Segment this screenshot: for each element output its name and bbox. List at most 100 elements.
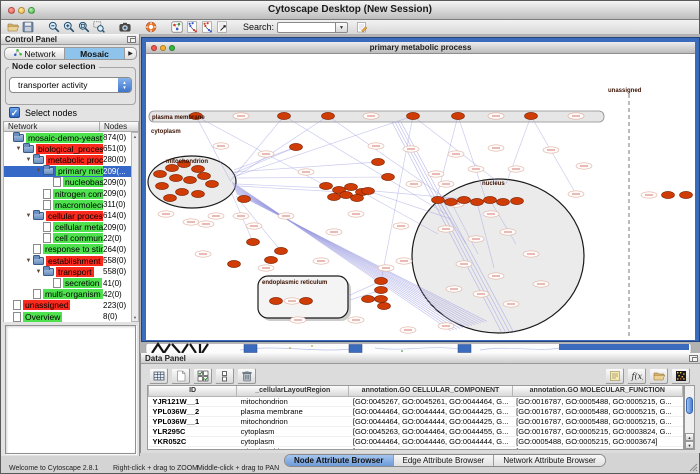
nodes-column-header[interactable]: Nodes — [100, 121, 139, 132]
float-panel-icon[interactable] — [689, 355, 698, 362]
notes-icon[interactable] — [605, 368, 624, 384]
tree-row[interactable]: ▼cellular process614(0) — [4, 210, 131, 221]
float-panel-icon[interactable] — [127, 36, 136, 43]
table-row[interactable]: YDR039C__1mitochondrion[GO:0044464, GO:0… — [149, 446, 683, 450]
open-session-icon[interactable] — [5, 21, 20, 34]
scrollbar-thumb[interactable] — [686, 397, 693, 414]
frame-minimize-button[interactable] — [160, 45, 166, 51]
table-row[interactable]: YJR121W__1mitochondrion[GO:0045267, GO:0… — [149, 396, 683, 406]
node-color-dropdown[interactable]: transporter activity ▲▼ — [9, 77, 132, 93]
graph-node[interactable] — [192, 190, 205, 197]
expand-arrow-icon[interactable]: ▼ — [24, 258, 33, 264]
graph-node[interactable] — [206, 180, 219, 187]
zoom-out-icon[interactable] — [46, 21, 61, 34]
graph-node[interactable] — [351, 194, 364, 201]
graph-node[interactable] — [362, 295, 375, 302]
graph-node[interactable] — [511, 197, 524, 204]
graph-node[interactable] — [265, 256, 278, 263]
graph-node[interactable] — [300, 297, 313, 304]
tree-row[interactable]: ▼biological_process651(0) — [4, 143, 131, 154]
graph-node[interactable] — [290, 143, 303, 150]
tree-row[interactable]: Overview8(0) — [4, 311, 131, 322]
graph-node[interactable] — [375, 286, 388, 293]
graph-node[interactable] — [278, 112, 291, 119]
layout-blue-icon[interactable] — [184, 21, 199, 34]
network-frame-titlebar[interactable]: primary metabolic process — [146, 42, 695, 54]
graph-node[interactable] — [484, 196, 497, 203]
graph-node[interactable] — [452, 112, 465, 119]
expand-arrow-icon[interactable]: ▼ — [24, 157, 33, 163]
tree-row[interactable]: nucleobase-209(0) — [4, 177, 131, 188]
table-row[interactable]: YKR052Ccytoplasm[GO:0044464, GO:0044446,… — [149, 436, 683, 446]
network-canvas-container[interactable]: plasma membranecytoplasmmitochondrionnuc… — [146, 54, 695, 340]
tree-row[interactable]: macromolecule311(0) — [4, 199, 131, 210]
tree-row[interactable]: secretion41(0) — [4, 277, 131, 288]
network-column-header[interactable]: Network — [3, 121, 100, 132]
matrix-icon[interactable] — [671, 368, 690, 384]
layout-red-icon[interactable] — [199, 21, 214, 34]
unselect-attributes-icon[interactable] — [215, 368, 234, 384]
expand-arrow-icon[interactable]: ▼ — [34, 168, 43, 174]
tree-scrollbar[interactable]: ▲ ▼ — [131, 132, 139, 322]
more-tabs-button[interactable]: ▶ — [125, 47, 137, 60]
background-window-fragments[interactable] — [140, 341, 700, 353]
delete-attribute-icon[interactable] — [237, 368, 256, 384]
tree-row[interactable]: ▼transport558(0) — [4, 266, 131, 277]
graph-node[interactable] — [375, 295, 388, 302]
graph-node[interactable] — [184, 176, 197, 183]
table-row[interactable]: YPL036W__1mitochondrion[GO:0044464, GO:0… — [149, 416, 683, 426]
graph-node[interactable] — [247, 238, 260, 245]
attribute-file-icon[interactable] — [354, 21, 369, 34]
graph-node[interactable] — [662, 191, 675, 198]
window-titlebar[interactable]: Cytoscape Desktop (New Session) — [1, 1, 699, 20]
import-attributes-icon[interactable] — [649, 368, 668, 384]
tab-mosaic[interactable]: Mosaic — [65, 47, 125, 60]
graph-node[interactable] — [525, 112, 538, 119]
table-row[interactable]: YPL036W__2plasma membrane[GO:0044464, GO… — [149, 406, 683, 416]
tree-row[interactable]: cellular metabo209(0) — [4, 222, 131, 233]
graph-node[interactable] — [458, 196, 471, 203]
tree-row[interactable]: ▼primary metabo209(... — [4, 166, 131, 177]
scroll-up-icon[interactable]: ▲ — [685, 433, 694, 441]
graph-node[interactable] — [275, 247, 288, 254]
graph-node[interactable] — [170, 174, 183, 181]
expand-arrow-icon[interactable]: ▼ — [14, 146, 23, 152]
zoom-region-icon[interactable] — [91, 21, 106, 34]
tree-row[interactable]: multi-organism pro42(0) — [4, 289, 131, 300]
graph-node[interactable] — [198, 172, 211, 179]
save-session-icon[interactable] — [20, 21, 35, 34]
network-canvas[interactable]: plasma membranecytoplasmmitochondrionnuc… — [146, 54, 695, 340]
graph-node[interactable] — [345, 183, 358, 190]
tree-row[interactable]: unassigned223(0) — [4, 300, 131, 311]
scroll-down-icon[interactable]: ▼ — [132, 315, 138, 320]
graph-node[interactable] — [166, 164, 179, 171]
tree-row[interactable]: nitrogen compo209(0) — [4, 188, 131, 199]
snapshot-camera-icon[interactable] — [117, 21, 132, 34]
birdseye-view-panel[interactable] — [5, 325, 136, 454]
graph-node[interactable] — [192, 165, 205, 172]
graph-node[interactable] — [154, 170, 167, 177]
close-button[interactable] — [8, 7, 15, 14]
column-header[interactable]: annotation.GO CELLULAR_COMPONENT — [349, 386, 512, 396]
graph-node[interactable] — [320, 182, 333, 189]
tree-row[interactable]: ▼establishment of lo558(0) — [4, 255, 131, 266]
table-row[interactable]: YLR295Ccytoplasm[GO:0045263, GO:0044464,… — [149, 426, 683, 436]
zoom-window-button[interactable] — [28, 7, 35, 14]
column-header[interactable]: annotation.GO MOLECULAR_FUNCTION — [512, 386, 682, 396]
graph-node[interactable] — [328, 193, 341, 200]
graph-node[interactable] — [497, 198, 510, 205]
graph-node[interactable] — [176, 188, 189, 195]
graph-node[interactable] — [238, 195, 251, 202]
graph-node[interactable] — [382, 173, 395, 180]
column-header[interactable]: _cellularLayoutRegion — [237, 386, 349, 396]
graph-node[interactable] — [375, 277, 388, 284]
frame-zoom-button[interactable] — [169, 45, 175, 51]
zoom-fit-icon[interactable] — [76, 21, 91, 34]
graph-node[interactable] — [471, 198, 484, 205]
select-attributes-icon[interactable] — [193, 368, 212, 384]
graph-node[interactable] — [164, 194, 177, 201]
resize-grip[interactable] — [689, 463, 698, 472]
vizmapper-icon[interactable] — [169, 21, 184, 34]
graph-node[interactable] — [680, 191, 693, 198]
search-input[interactable] — [277, 22, 335, 33]
